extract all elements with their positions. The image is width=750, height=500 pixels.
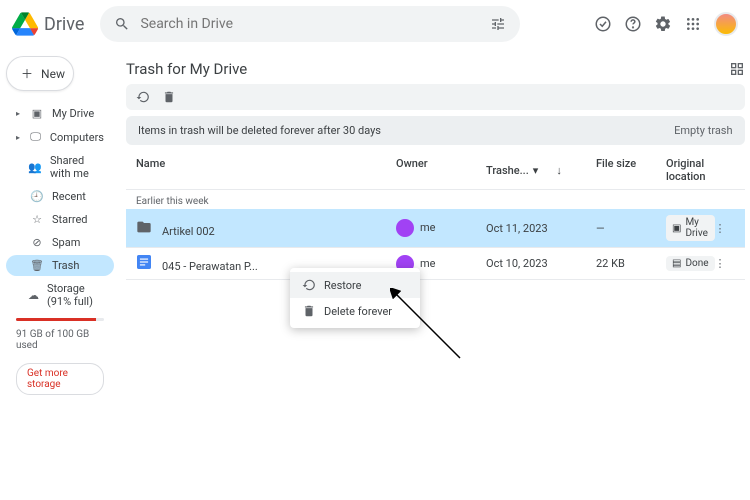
star-icon: ☆ bbox=[30, 213, 44, 226]
drive-logo[interactable]: Drive bbox=[12, 11, 84, 37]
storage-bar bbox=[16, 318, 104, 321]
chevron-down-icon: ▾ bbox=[533, 164, 539, 177]
grid-view-icon[interactable] bbox=[729, 61, 745, 77]
sidebar-item-label: Storage (91% full) bbox=[47, 282, 104, 308]
sidebar-item-trash[interactable]: 🗑 Trash bbox=[6, 255, 114, 276]
help-icon[interactable] bbox=[624, 15, 642, 33]
clock-icon: 🕘 bbox=[30, 190, 44, 203]
sidebar-item-label: Shared with me bbox=[50, 154, 104, 180]
people-icon: 👥 bbox=[28, 161, 42, 174]
avatar[interactable] bbox=[714, 12, 738, 36]
location-chip[interactable]: ▤Done bbox=[666, 256, 715, 271]
sidebar-item-recent[interactable]: 🕘 Recent bbox=[6, 186, 114, 207]
cloud-icon: ☁ bbox=[28, 289, 39, 302]
more-icon[interactable]: ⋮ bbox=[715, 222, 735, 235]
sidebar-item-shared[interactable]: 👥 Shared with me bbox=[6, 150, 114, 184]
doc-icon bbox=[136, 254, 152, 270]
table-row[interactable]: 045 - Perawatan P... me Oct 10, 2023 22 … bbox=[126, 248, 745, 280]
trashed-date: Oct 10, 2023 bbox=[486, 257, 596, 270]
group-header: Earlier this week bbox=[126, 190, 745, 209]
restore-icon bbox=[302, 278, 316, 292]
ctx-label: Restore bbox=[324, 279, 362, 292]
col-name[interactable]: Name bbox=[136, 157, 396, 183]
table-row[interactable]: Artikel 002 me Oct 11, 2023 — ▣My Drive … bbox=[126, 209, 745, 248]
delete-icon bbox=[302, 304, 316, 318]
owner-label: me bbox=[420, 221, 435, 234]
file-name: Artikel 002 bbox=[162, 225, 215, 238]
sidebar-item-label: Computers bbox=[50, 131, 104, 144]
empty-trash-button[interactable]: Empty trash bbox=[674, 124, 732, 137]
info-banner: Items in trash will be deleted forever a… bbox=[126, 116, 745, 145]
search-bar[interactable] bbox=[100, 6, 520, 42]
search-icon bbox=[114, 16, 130, 32]
sidebar-item-label: Starred bbox=[52, 213, 88, 226]
sidebar-item-label: Trash bbox=[52, 259, 79, 272]
sidebar-item-storage[interactable]: ☁ Storage (91% full) bbox=[6, 278, 114, 312]
new-button[interactable]: ＋ New bbox=[6, 56, 74, 91]
folder-icon: ▤ bbox=[672, 258, 681, 269]
computer-icon: 🖵 bbox=[29, 130, 41, 144]
file-name: 045 - Perawatan P... bbox=[162, 260, 258, 273]
trash-icon: 🗑 bbox=[30, 259, 44, 272]
sidebar-item-computers[interactable]: ▸🖵Computers bbox=[6, 126, 114, 148]
sidebar-item-mydrive[interactable]: ▸▣My Drive bbox=[6, 103, 114, 124]
page-title: Trash for My Drive bbox=[126, 60, 247, 78]
file-size: — bbox=[596, 222, 666, 235]
get-more-storage-button[interactable]: Get more storage bbox=[16, 363, 104, 395]
col-loc[interactable]: Original location bbox=[666, 157, 715, 183]
sidebar-item-spam[interactable]: ⊘ Spam bbox=[6, 232, 114, 253]
banner-text: Items in trash will be deleted forever a… bbox=[138, 124, 381, 137]
arrow-down-icon: ↓ bbox=[556, 164, 562, 177]
tune-icon[interactable] bbox=[490, 16, 506, 32]
col-trashed[interactable]: Trashe...▾↓ bbox=[486, 157, 596, 183]
sidebar-item-starred[interactable]: ☆ Starred bbox=[6, 209, 114, 230]
location-chip[interactable]: ▣My Drive bbox=[666, 215, 715, 241]
owner-avatar bbox=[396, 219, 414, 237]
sidebar-item-label: Recent bbox=[52, 190, 86, 203]
search-input[interactable] bbox=[140, 16, 490, 32]
drive-icon bbox=[12, 11, 38, 37]
storage-text: 91 GB of 100 GB used bbox=[16, 329, 104, 351]
drive-folder-icon: ▣ bbox=[30, 107, 44, 120]
sidebar-item-label: Spam bbox=[52, 236, 80, 249]
delete-icon[interactable] bbox=[162, 90, 176, 104]
product-name: Drive bbox=[44, 14, 84, 35]
file-size: 22 KB bbox=[596, 257, 666, 270]
folder-icon: ▣ bbox=[672, 223, 681, 234]
sidebar: ＋ New ▸▣My Drive ▸🖵Computers 👥Shared wit… bbox=[0, 48, 120, 500]
toolbar bbox=[126, 84, 745, 110]
owner-label: me bbox=[420, 256, 435, 269]
more-icon[interactable]: ⋮ bbox=[715, 257, 735, 270]
folder-icon bbox=[136, 219, 152, 235]
new-button-label: New bbox=[41, 67, 65, 81]
table-header: Name Owner Trashe...▾↓ File size Origina… bbox=[126, 151, 745, 190]
apps-icon[interactable] bbox=[684, 15, 702, 33]
annotation-arrow bbox=[390, 288, 470, 368]
col-size[interactable]: File size bbox=[596, 157, 666, 183]
gear-icon[interactable] bbox=[654, 15, 672, 33]
plus-icon: ＋ bbox=[21, 65, 33, 82]
trashed-date: Oct 11, 2023 bbox=[486, 222, 596, 235]
restore-icon[interactable] bbox=[136, 90, 150, 104]
spam-icon: ⊘ bbox=[30, 236, 44, 249]
col-owner[interactable]: Owner bbox=[396, 157, 486, 183]
sidebar-item-label: My Drive bbox=[52, 107, 94, 120]
ctx-label: Delete forever bbox=[324, 305, 392, 318]
offline-icon[interactable] bbox=[594, 15, 612, 33]
